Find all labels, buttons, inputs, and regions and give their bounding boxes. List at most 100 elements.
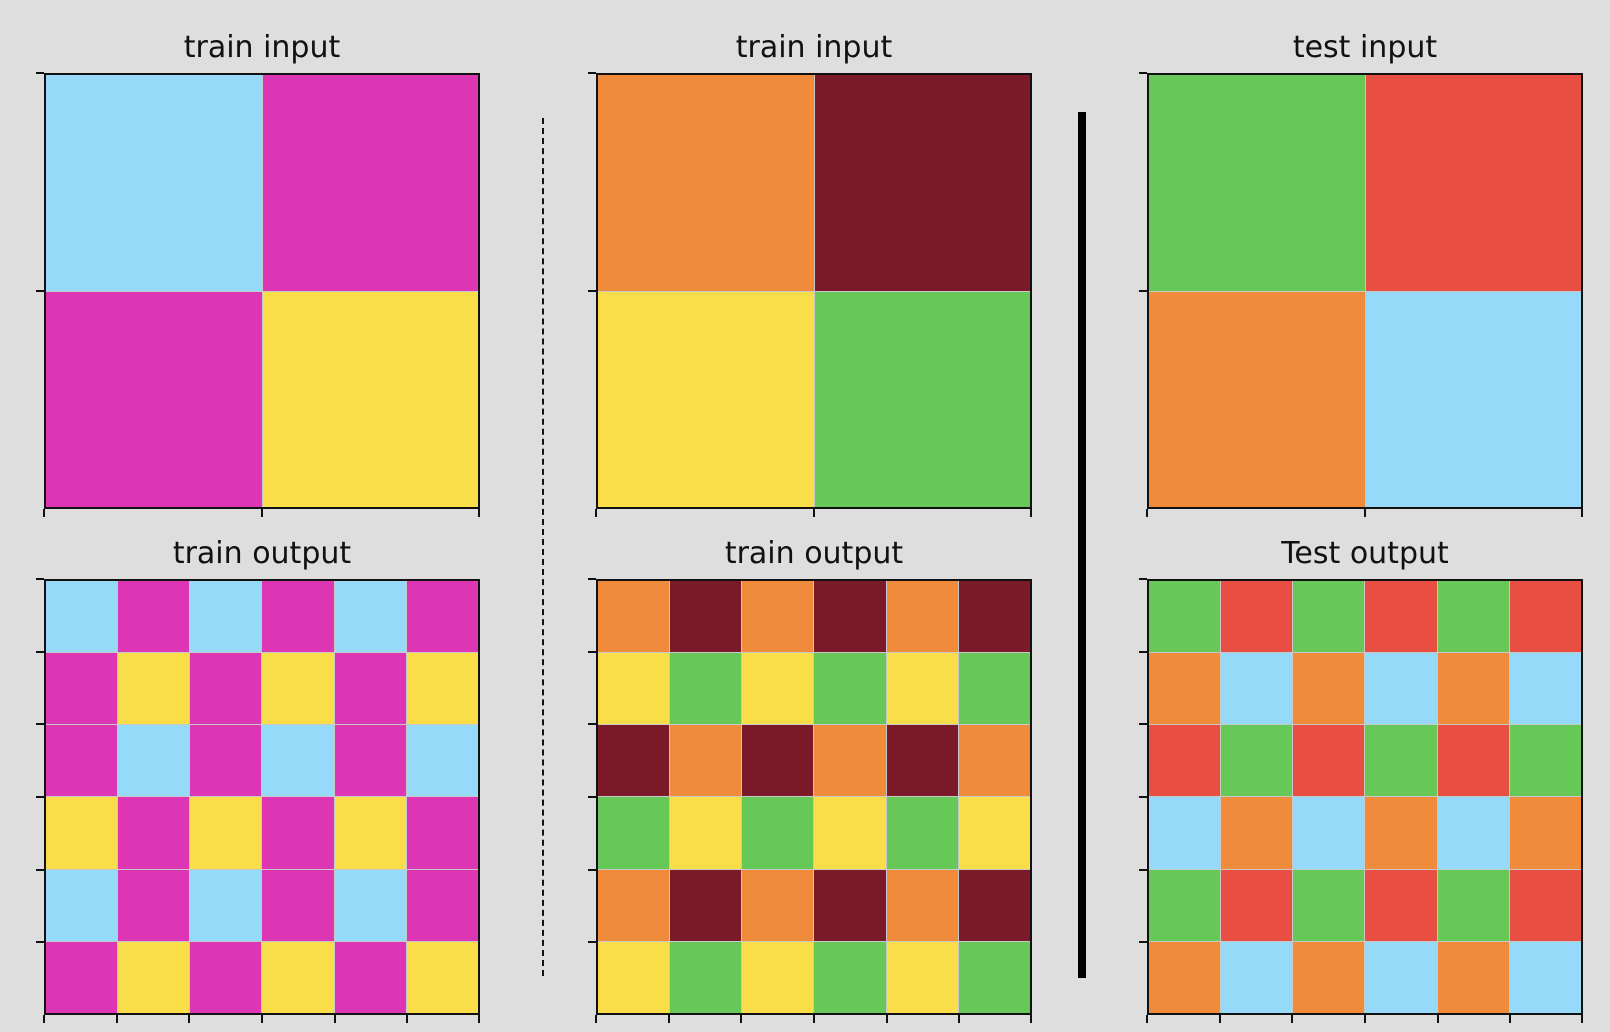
grid-cell	[190, 653, 262, 725]
grid-cell	[1365, 941, 1437, 1013]
train-input-1-grid	[44, 73, 480, 509]
grid-cell	[262, 941, 334, 1013]
grid-cell	[190, 581, 262, 653]
axis-tick	[36, 941, 44, 943]
grid-cell	[598, 581, 670, 653]
grid-cell	[262, 725, 334, 797]
grid-cell	[118, 797, 190, 869]
grid-cell	[1149, 291, 1365, 507]
grid-cell	[46, 941, 118, 1013]
grid-cell	[598, 869, 670, 941]
grid-cell	[1365, 291, 1581, 507]
grid-cell	[1221, 941, 1293, 1013]
axis-tick	[1509, 1015, 1511, 1023]
grid-cell	[1509, 653, 1581, 725]
grid-cell	[958, 797, 1030, 869]
grid-cell	[1293, 941, 1365, 1013]
grid-cell	[814, 797, 886, 869]
grid-cell	[598, 941, 670, 1013]
grid-cell	[1149, 653, 1221, 725]
axis-tick	[588, 869, 596, 871]
grid-cell	[190, 725, 262, 797]
test-input-title: test input	[1292, 30, 1438, 65]
grid-cell	[598, 75, 814, 291]
axis-tick	[36, 869, 44, 871]
grid-cell	[670, 941, 742, 1013]
grid-cell	[262, 75, 478, 291]
grid-cell	[1437, 941, 1509, 1013]
axis-tick	[886, 1015, 888, 1023]
grid-cell	[46, 653, 118, 725]
grid-cell	[406, 941, 478, 1013]
grid-cell	[46, 75, 262, 291]
grid-cell	[262, 653, 334, 725]
grid-cell	[406, 725, 478, 797]
train-output-2-title: train output	[724, 536, 904, 571]
grid-cell	[886, 725, 958, 797]
grid-cell	[262, 581, 334, 653]
axis-tick	[1139, 869, 1147, 871]
axis-tick	[1030, 509, 1032, 517]
grid-cell	[886, 653, 958, 725]
grid-cell	[742, 797, 814, 869]
axis-tick	[406, 1015, 408, 1023]
grid-cell	[1149, 725, 1221, 797]
train-input-2-grid	[596, 73, 1032, 509]
axis-tick	[588, 72, 596, 74]
grid-cell	[334, 653, 406, 725]
axis-tick	[116, 1015, 118, 1023]
grid-cell	[1221, 869, 1293, 941]
grid-cell	[118, 581, 190, 653]
axis-tick	[1146, 1015, 1148, 1023]
grid-cell	[1221, 581, 1293, 653]
grid-cell	[406, 581, 478, 653]
train-output-2-grid	[596, 579, 1032, 1015]
grid-cell	[1293, 725, 1365, 797]
grid-cell	[334, 725, 406, 797]
grid-cell	[742, 869, 814, 941]
grid-cell	[190, 797, 262, 869]
axis-tick	[1139, 796, 1147, 798]
grid-cell	[1293, 797, 1365, 869]
axis-tick	[36, 290, 44, 292]
grid-cell	[1149, 869, 1221, 941]
grid-cell	[46, 869, 118, 941]
grid-cell	[814, 581, 886, 653]
axis-tick	[1146, 509, 1148, 517]
grid-cell	[742, 581, 814, 653]
grid-cell	[1437, 653, 1509, 725]
grid-cell	[118, 725, 190, 797]
axis-tick	[668, 1015, 670, 1023]
test-output-grid	[1147, 579, 1583, 1015]
grid-cell	[1365, 869, 1437, 941]
grid-cell	[958, 725, 1030, 797]
axis-tick	[1030, 1015, 1032, 1023]
grid-cell	[118, 941, 190, 1013]
grid-cell	[958, 869, 1030, 941]
grid-cell	[1509, 869, 1581, 941]
axis-tick	[478, 1015, 480, 1023]
grid-cell	[190, 869, 262, 941]
grid-cell	[262, 291, 478, 507]
grid-cell	[1221, 725, 1293, 797]
grid-cell	[1149, 941, 1221, 1013]
axis-tick	[261, 509, 263, 517]
axis-tick	[36, 723, 44, 725]
grid-cell	[406, 653, 478, 725]
grid-cell	[886, 581, 958, 653]
axis-tick	[1139, 941, 1147, 943]
axis-tick	[588, 796, 596, 798]
grid-cell	[1509, 581, 1581, 653]
grid-cell	[814, 725, 886, 797]
grid-cell	[886, 941, 958, 1013]
dashed-separator	[542, 118, 544, 976]
grid-cell	[742, 725, 814, 797]
axis-tick	[595, 509, 597, 517]
axis-tick	[588, 651, 596, 653]
train-input-2-title: train input	[735, 30, 893, 65]
axis-tick	[1139, 723, 1147, 725]
grid-cell	[814, 75, 1030, 291]
test-input-grid	[1147, 73, 1583, 509]
grid-cell	[598, 653, 670, 725]
grid-cell	[334, 941, 406, 1013]
